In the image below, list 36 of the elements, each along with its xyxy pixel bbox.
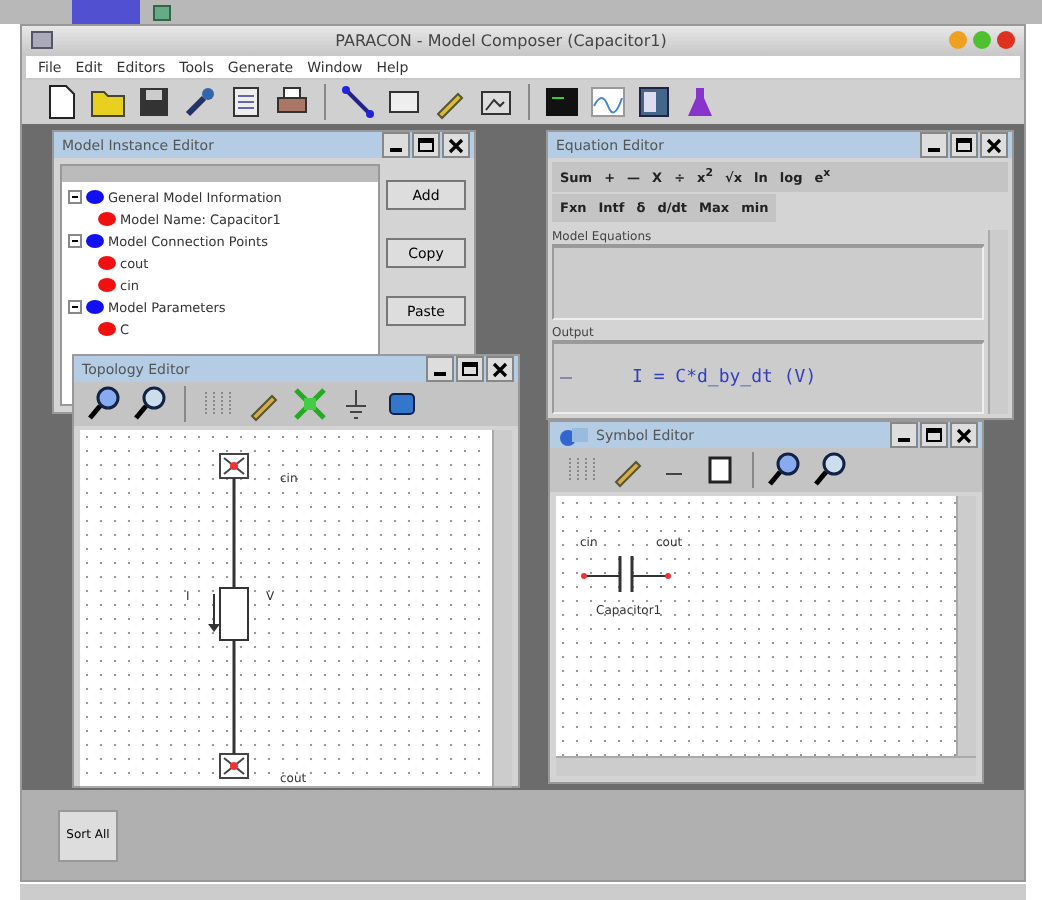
maximize-icon[interactable]	[922, 424, 946, 446]
dash-icon	[560, 371, 572, 384]
shapes-icon	[558, 423, 590, 447]
port-icon	[219, 753, 249, 779]
scroll-bar[interactable]	[492, 430, 512, 786]
terminal-icon[interactable]	[542, 82, 582, 122]
app-icon	[30, 30, 54, 50]
equation-field[interactable]	[552, 246, 984, 320]
scroll-bar[interactable]	[988, 230, 1008, 414]
scroll-bar[interactable]	[556, 756, 976, 776]
maximize-icon[interactable]	[952, 134, 976, 156]
maximize-icon[interactable]	[458, 358, 482, 380]
close-icon[interactable]	[444, 134, 468, 156]
window-title: PARACON - Model Composer (Capacitor1)	[333, 31, 669, 49]
maximize-icon[interactable]	[414, 134, 438, 156]
save-icon[interactable]	[134, 82, 174, 122]
collapse-icon[interactable]	[68, 190, 82, 204]
collapse-icon[interactable]	[68, 234, 82, 248]
monitor-icon[interactable]	[152, 3, 172, 21]
connect-icon[interactable]	[338, 82, 378, 122]
close-button[interactable]	[996, 30, 1016, 50]
scroll-bar[interactable]	[956, 496, 976, 756]
close-icon[interactable]	[982, 134, 1006, 156]
scroll-bar[interactable]	[80, 786, 512, 788]
equation-text: I = C*d_by_dt (V)	[632, 367, 817, 388]
component-block	[219, 587, 249, 641]
port-icon	[219, 453, 249, 479]
start-button[interactable]	[72, 0, 140, 24]
panel-icon[interactable]	[634, 82, 674, 122]
equation-field[interactable]: I = C*d_by_dt (V)	[552, 341, 984, 414]
current-arrow	[208, 593, 220, 632]
graph-icon[interactable]	[588, 82, 628, 122]
collapse-icon[interactable]	[68, 300, 82, 314]
capacitor-symbol	[580, 552, 672, 592]
close-icon[interactable]	[952, 424, 976, 446]
close-icon[interactable]	[488, 358, 512, 380]
